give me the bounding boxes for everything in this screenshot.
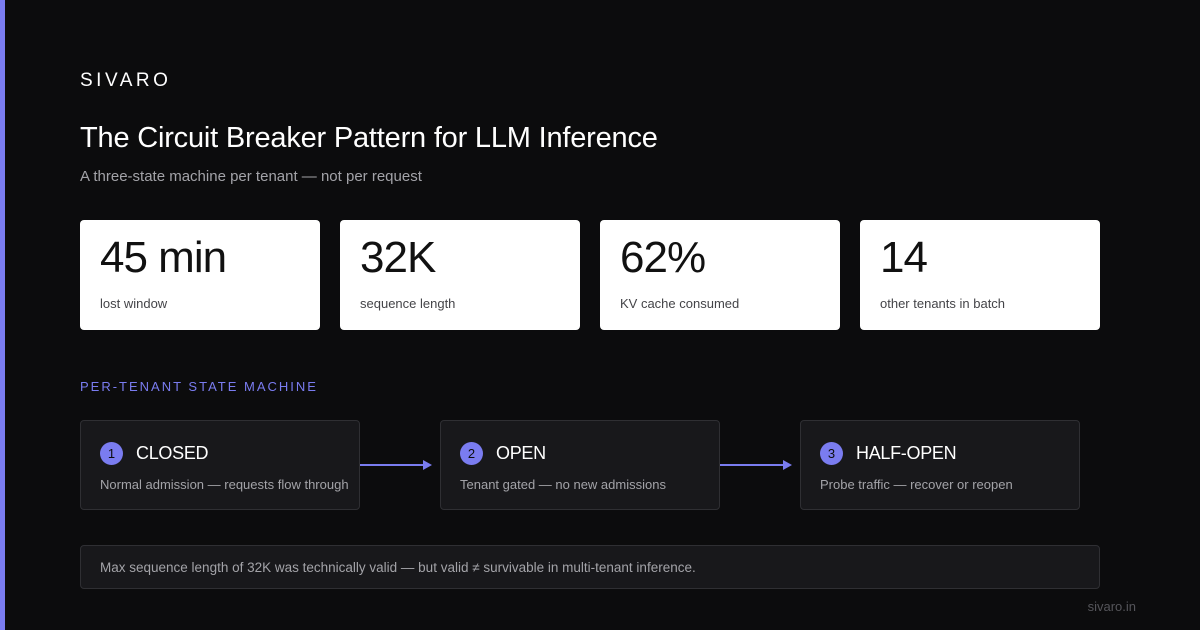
state-number-badge: 1 [100, 441, 123, 465]
summary-note: Max sequence length of 32K was technical… [80, 545, 1100, 589]
stat-card-sequence-length: 32K sequence length [340, 220, 580, 330]
state-card-closed: 1 CLOSED Normal admission — requests flo… [80, 420, 360, 510]
state-number-badge: 3 [820, 441, 843, 465]
section-label: PER-TENANT STATE MACHINE [80, 379, 318, 394]
footer-url: sivaro.in [1087, 599, 1136, 614]
stat-value: 45 min [100, 233, 227, 282]
arrow-right-icon [360, 460, 432, 470]
state-description: Normal admission — requests flow through [100, 477, 349, 492]
stat-label: KV cache consumed [620, 296, 740, 311]
stat-value: 62% [620, 233, 706, 282]
stats-row: 45 min lost window 32K sequence length 6… [80, 220, 1100, 330]
page-subtitle: A three-state machine per tenant — not p… [80, 168, 422, 185]
state-number-badge: 2 [460, 441, 483, 465]
state-card-open: 2 OPEN Tenant gated — no new admissions [440, 420, 720, 510]
stat-value: 32K [360, 233, 436, 282]
stat-card-other-tenants: 14 other tenants in batch [860, 220, 1100, 330]
state-description: Probe traffic — recover or reopen [820, 477, 1013, 492]
stat-value: 14 [880, 233, 928, 282]
arrow-right-icon [720, 460, 792, 470]
stat-label: sequence length [360, 296, 456, 311]
stat-card-lost-window: 45 min lost window [80, 220, 320, 330]
state-name: CLOSED [136, 442, 209, 463]
state-card-half-open: 3 HALF-OPEN Probe traffic — recover or r… [800, 420, 1080, 510]
page-title: The Circuit Breaker Pattern for LLM Infe… [80, 122, 658, 154]
state-name: OPEN [496, 442, 546, 463]
state-header: 2 OPEN [460, 441, 700, 465]
state-description: Tenant gated — no new admissions [460, 477, 666, 492]
stat-label: lost window [100, 296, 168, 311]
state-header: 3 HALF-OPEN [820, 441, 1060, 465]
stat-card-kv-cache: 62% KV cache consumed [600, 220, 840, 330]
state-name: HALF-OPEN [856, 442, 957, 463]
accent-bar [0, 0, 5, 630]
state-header: 1 CLOSED [100, 441, 340, 465]
stat-label: other tenants in batch [880, 296, 1006, 311]
brand-logo: SIVARO [80, 70, 172, 91]
